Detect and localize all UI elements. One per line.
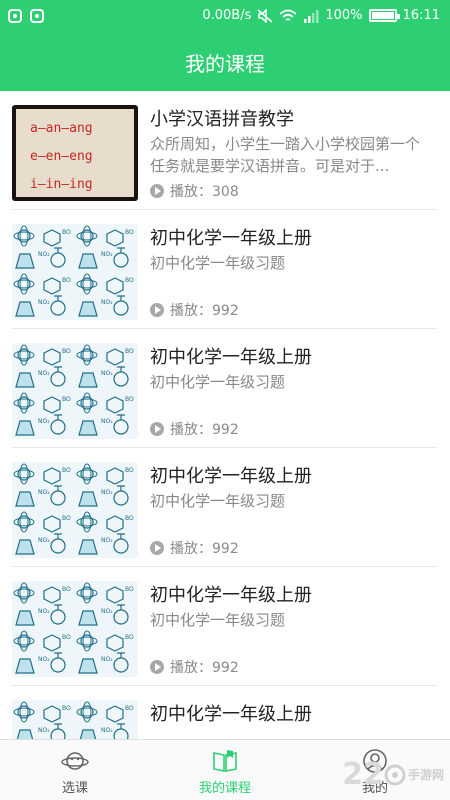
watermark: 22 手游网 <box>342 757 444 792</box>
chemistry-pattern-image <box>12 224 138 320</box>
play-icon <box>150 303 164 317</box>
course-description: 初中化学一年级习题 <box>150 492 286 510</box>
chemistry-pattern-image <box>12 581 138 677</box>
play-count-label: 播放：992 <box>170 660 239 676</box>
play-icon <box>150 422 164 436</box>
page-title: 我的课程 <box>185 52 265 76</box>
pinyin-line: e—en—eng <box>30 149 93 164</box>
nav-item-select-course[interactable]: 选课 <box>0 740 150 800</box>
course-description: 众所周知，小学生一踏入小学校园第一个任务就是要学汉语拼音。可是对于... <box>150 135 421 175</box>
battery-percent: 100% <box>325 8 363 23</box>
planet-icon <box>61 752 89 770</box>
play-count-label: 播放：992 <box>170 303 239 319</box>
course-item[interactable]: 初中化学一年级上册 初中化学一年级习题 播放：992 <box>12 448 437 567</box>
app-bar: 我的课程 <box>0 34 450 91</box>
status-right: 0.00B/s 100% 16:11 <box>202 8 440 23</box>
clock: 16:11 <box>402 8 440 23</box>
course-thumbnail: a—an—ang e—en—eng i—in—ing <box>12 105 138 201</box>
chemistry-pattern-image <box>12 700 138 739</box>
course-description: 初中化学一年级习题 <box>150 373 286 391</box>
course-list: a—an—ang e—en—eng i—in—ing 小学汉语拼音教学 众所周知… <box>0 91 450 739</box>
course-item[interactable]: 初中化学一年级上册 <box>12 686 437 739</box>
play-count: 播放：992 <box>150 419 239 439</box>
bottom-nav: 选课 我的课程 我的 22 手游网 <box>0 739 450 800</box>
course-thumbnail <box>12 462 138 558</box>
course-title: 初中化学一年级上册 <box>150 585 312 606</box>
play-icon <box>150 184 164 198</box>
course-item[interactable]: a—an—ang e—en—eng i—in—ing 小学汉语拼音教学 众所周知… <box>12 91 437 210</box>
course-thumbnail <box>12 700 138 739</box>
play-count: 播放：992 <box>150 538 239 558</box>
course-item[interactable]: 初中化学一年级上册 初中化学一年级习题 播放：992 <box>12 567 437 686</box>
pinyin-line: a—an—ang <box>30 121 93 136</box>
open-book-icon <box>213 750 237 772</box>
chemistry-pattern-image <box>12 462 138 558</box>
play-icon <box>150 660 164 674</box>
play-count: 播放：992 <box>150 657 239 677</box>
course-description: 初中化学一年级习题 <box>150 611 286 629</box>
course-title: 小学汉语拼音教学 <box>150 109 294 130</box>
nav-item-my-courses[interactable]: 我的课程 <box>150 740 300 800</box>
play-icon <box>150 541 164 555</box>
wifi-icon <box>279 9 297 21</box>
watermark-text: 手游网 <box>407 768 444 782</box>
course-title: 初中化学一年级上册 <box>150 704 312 725</box>
pinyin-line: i—in—ing <box>30 177 93 192</box>
course-thumbnail <box>12 581 138 677</box>
signal-icon <box>304 9 319 23</box>
watermark-logo-icon <box>384 764 406 785</box>
course-title: 初中化学一年级上册 <box>150 347 312 368</box>
app-notification-icon <box>8 9 22 23</box>
app-notification-icon <box>30 9 44 23</box>
status-left-icons <box>8 9 44 23</box>
course-title: 初中化学一年级上册 <box>150 466 312 487</box>
course-description: 初中化学一年级习题 <box>150 254 286 272</box>
pinyin-board: a—an—ang e—en—eng i—in—ing <box>16 109 134 197</box>
chemistry-pattern-image <box>12 343 138 439</box>
course-item[interactable]: 初中化学一年级上册 初中化学一年级习题 播放：992 <box>12 210 437 329</box>
play-count: 播放：992 <box>150 300 239 320</box>
status-bar: 0.00B/s 100% 16:11 <box>0 0 450 34</box>
play-count: 播放：308 <box>150 181 239 201</box>
course-item[interactable]: 初中化学一年级上册 初中化学一年级习题 播放：992 <box>12 329 437 448</box>
nav-label: 我的课程 <box>198 781 251 796</box>
battery-icon <box>368 9 400 22</box>
network-speed: 0.00B/s <box>202 8 252 23</box>
play-count-label: 播放：992 <box>170 541 239 557</box>
course-title: 初中化学一年级上册 <box>150 228 312 249</box>
mute-icon <box>257 8 273 23</box>
watermark-number: 22 <box>342 757 384 792</box>
course-thumbnail <box>12 343 138 439</box>
play-count-label: 播放：992 <box>170 422 239 438</box>
nav-label: 选课 <box>61 781 88 796</box>
play-count-label: 播放：308 <box>170 184 239 200</box>
course-thumbnail <box>12 224 138 320</box>
